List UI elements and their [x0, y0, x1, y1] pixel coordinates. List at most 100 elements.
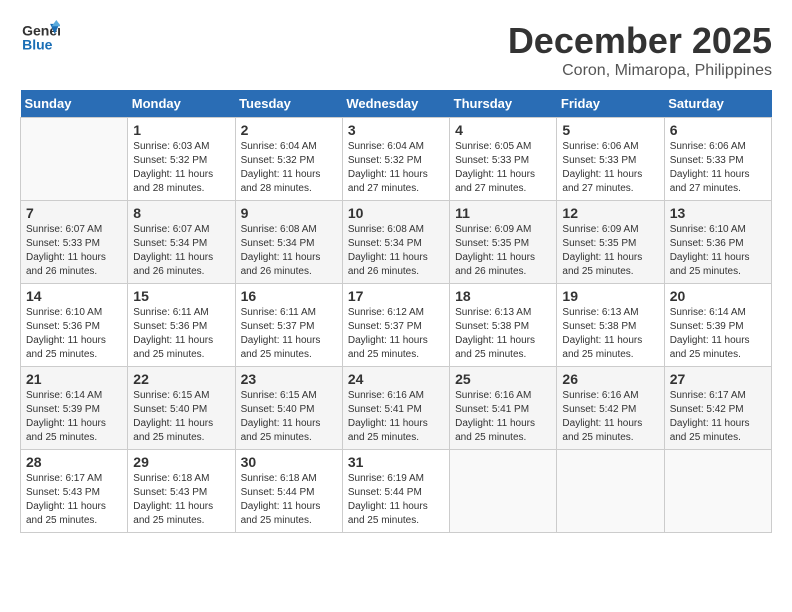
day-cell: 4Sunrise: 6:05 AM Sunset: 5:33 PM Daylig…: [450, 118, 557, 201]
day-cell: 14Sunrise: 6:10 AM Sunset: 5:36 PM Dayli…: [21, 284, 128, 367]
day-cell: 30Sunrise: 6:18 AM Sunset: 5:44 PM Dayli…: [235, 450, 342, 533]
day-number: 7: [26, 205, 122, 221]
day-number: 15: [133, 288, 229, 304]
day-info: Sunrise: 6:18 AM Sunset: 5:43 PM Dayligh…: [133, 472, 229, 528]
day-number: 19: [562, 288, 658, 304]
day-number: 17: [348, 288, 444, 304]
day-cell: 20Sunrise: 6:14 AM Sunset: 5:39 PM Dayli…: [664, 284, 771, 367]
day-info: Sunrise: 6:11 AM Sunset: 5:36 PM Dayligh…: [133, 306, 229, 362]
day-info: Sunrise: 6:19 AM Sunset: 5:44 PM Dayligh…: [348, 472, 444, 528]
day-cell: 3 Sunrise: 6:04 AM Sunset: 5:32 PM Daylig…: [342, 118, 449, 201]
day-number: 6: [670, 122, 766, 138]
day-info: Sunrise: 6:05 AM Sunset: 5:33 PM Dayligh…: [455, 140, 551, 196]
week-row-3: 14Sunrise: 6:10 AM Sunset: 5:36 PM Dayli…: [21, 284, 772, 367]
day-info: Sunrise: 6:08 AM Sunset: 5:34 PM Dayligh…: [348, 223, 444, 279]
day-cell: 29 Sunrise: 6:18 AM Sunset: 5:43 PM Dayli…: [128, 450, 235, 533]
day-info: Sunrise: 6:17 AM Sunset: 5:42 PM Dayligh…: [670, 389, 766, 445]
day-cell: 23 Sunrise: 6:15 AM Sunset: 5:40 PM Dayli…: [235, 367, 342, 450]
day-number: 10: [348, 205, 444, 221]
week-row-1: 1Sunrise: 6:03 AM Sunset: 5:32 PM Daylig…: [21, 118, 772, 201]
header-cell-wednesday: Wednesday: [342, 90, 449, 118]
week-row-4: 21Sunrise: 6:14 AM Sunset: 5:39 PM Dayli…: [21, 367, 772, 450]
day-info: Sunrise: 6:17 AM Sunset: 5:43 PM Dayligh…: [26, 472, 122, 528]
day-number: 18: [455, 288, 551, 304]
calendar-body: 1Sunrise: 6:03 AM Sunset: 5:32 PM Daylig…: [21, 118, 772, 533]
day-number: 11: [455, 205, 551, 221]
week-row-5: 28 Sunrise: 6:17 AM Sunset: 5:43 PM Dayli…: [21, 450, 772, 533]
day-number: 29: [133, 454, 229, 470]
day-info: Sunrise: 6:16 AM Sunset: 5:41 PM Dayligh…: [455, 389, 551, 445]
header-cell-tuesday: Tuesday: [235, 90, 342, 118]
day-number: 31: [348, 454, 444, 470]
day-cell: 12 Sunrise: 6:09 AM Sunset: 5:35 PM Dayli…: [557, 201, 664, 284]
day-number: 13: [670, 205, 766, 221]
day-cell: [664, 450, 771, 533]
day-number: 21: [26, 371, 122, 387]
day-info: Sunrise: 6:13 AM Sunset: 5:38 PM Dayligh…: [562, 306, 658, 362]
header-cell-thursday: Thursday: [450, 90, 557, 118]
day-cell: 8 Sunrise: 6:07 AM Sunset: 5:34 PM Daylig…: [128, 201, 235, 284]
day-info: Sunrise: 6:16 AM Sunset: 5:42 PM Dayligh…: [562, 389, 658, 445]
day-number: 28: [26, 454, 122, 470]
day-cell: 24 Sunrise: 6:16 AM Sunset: 5:41 PM Dayli…: [342, 367, 449, 450]
day-cell: 9Sunrise: 6:08 AM Sunset: 5:34 PM Daylig…: [235, 201, 342, 284]
day-info: Sunrise: 6:03 AM Sunset: 5:32 PM Dayligh…: [133, 140, 229, 196]
day-cell: 16 Sunrise: 6:11 AM Sunset: 5:37 PM Dayli…: [235, 284, 342, 367]
week-row-2: 7 Sunrise: 6:07 AM Sunset: 5:33 PM Daylig…: [21, 201, 772, 284]
day-info: Sunrise: 6:11 AM Sunset: 5:37 PM Dayligh…: [241, 306, 337, 362]
day-cell: 31 Sunrise: 6:19 AM Sunset: 5:44 PM Dayli…: [342, 450, 449, 533]
day-info: Sunrise: 6:08 AM Sunset: 5:34 PM Dayligh…: [241, 223, 337, 279]
day-info: Sunrise: 6:10 AM Sunset: 5:36 PM Dayligh…: [670, 223, 766, 279]
calendar-header: SundayMondayTuesdayWednesdayThursdayFrid…: [21, 90, 772, 118]
logo-icon: General Blue: [20, 20, 60, 55]
day-cell: 6 Sunrise: 6:06 AM Sunset: 5:33 PM Daylig…: [664, 118, 771, 201]
day-info: Sunrise: 6:04 AM Sunset: 5:32 PM Dayligh…: [348, 140, 444, 196]
day-info: Sunrise: 6:07 AM Sunset: 5:34 PM Dayligh…: [133, 223, 229, 279]
day-number: 24: [348, 371, 444, 387]
day-cell: 5Sunrise: 6:06 AM Sunset: 5:33 PM Daylig…: [557, 118, 664, 201]
day-number: 12: [562, 205, 658, 221]
day-number: 30: [241, 454, 337, 470]
day-info: Sunrise: 6:04 AM Sunset: 5:32 PM Dayligh…: [241, 140, 337, 196]
day-cell: [450, 450, 557, 533]
header-cell-sunday: Sunday: [21, 90, 128, 118]
header-row: SundayMondayTuesdayWednesdayThursdayFrid…: [21, 90, 772, 118]
day-cell: 22Sunrise: 6:15 AM Sunset: 5:40 PM Dayli…: [128, 367, 235, 450]
month-title: December 2025: [508, 20, 772, 62]
day-info: Sunrise: 6:07 AM Sunset: 5:33 PM Dayligh…: [26, 223, 122, 279]
day-cell: 25 Sunrise: 6:16 AM Sunset: 5:41 PM Dayli…: [450, 367, 557, 450]
day-info: Sunrise: 6:15 AM Sunset: 5:40 PM Dayligh…: [241, 389, 337, 445]
day-info: Sunrise: 6:16 AM Sunset: 5:41 PM Dayligh…: [348, 389, 444, 445]
header-cell-saturday: Saturday: [664, 90, 771, 118]
day-number: 23: [241, 371, 337, 387]
day-info: Sunrise: 6:14 AM Sunset: 5:39 PM Dayligh…: [670, 306, 766, 362]
title-area: December 2025 Coron, Mimaropa, Philippin…: [508, 20, 772, 80]
day-cell: 26Sunrise: 6:16 AM Sunset: 5:42 PM Dayli…: [557, 367, 664, 450]
day-cell: 2 Sunrise: 6:04 AM Sunset: 5:32 PM Daylig…: [235, 118, 342, 201]
day-number: 2: [241, 122, 337, 138]
day-number: 8: [133, 205, 229, 221]
day-number: 25: [455, 371, 551, 387]
page-header: General Blue December 2025 Coron, Mimaro…: [20, 20, 772, 80]
day-cell: 11Sunrise: 6:09 AM Sunset: 5:35 PM Dayli…: [450, 201, 557, 284]
day-number: 5: [562, 122, 658, 138]
day-info: Sunrise: 6:06 AM Sunset: 5:33 PM Dayligh…: [670, 140, 766, 196]
day-cell: 18 Sunrise: 6:13 AM Sunset: 5:38 PM Dayli…: [450, 284, 557, 367]
day-info: Sunrise: 6:13 AM Sunset: 5:38 PM Dayligh…: [455, 306, 551, 362]
day-info: Sunrise: 6:09 AM Sunset: 5:35 PM Dayligh…: [562, 223, 658, 279]
day-number: 3: [348, 122, 444, 138]
day-cell: 27Sunrise: 6:17 AM Sunset: 5:42 PM Dayli…: [664, 367, 771, 450]
day-cell: 13 Sunrise: 6:10 AM Sunset: 5:36 PM Dayli…: [664, 201, 771, 284]
day-cell: [557, 450, 664, 533]
day-cell: 15 Sunrise: 6:11 AM Sunset: 5:36 PM Dayli…: [128, 284, 235, 367]
day-cell: 10 Sunrise: 6:08 AM Sunset: 5:34 PM Dayli…: [342, 201, 449, 284]
header-cell-friday: Friday: [557, 90, 664, 118]
day-cell: 19 Sunrise: 6:13 AM Sunset: 5:38 PM Dayli…: [557, 284, 664, 367]
day-number: 16: [241, 288, 337, 304]
day-number: 22: [133, 371, 229, 387]
day-number: 14: [26, 288, 122, 304]
day-cell: 1Sunrise: 6:03 AM Sunset: 5:32 PM Daylig…: [128, 118, 235, 201]
day-info: Sunrise: 6:12 AM Sunset: 5:37 PM Dayligh…: [348, 306, 444, 362]
day-cell: 7 Sunrise: 6:07 AM Sunset: 5:33 PM Daylig…: [21, 201, 128, 284]
calendar-table: SundayMondayTuesdayWednesdayThursdayFrid…: [20, 90, 772, 533]
